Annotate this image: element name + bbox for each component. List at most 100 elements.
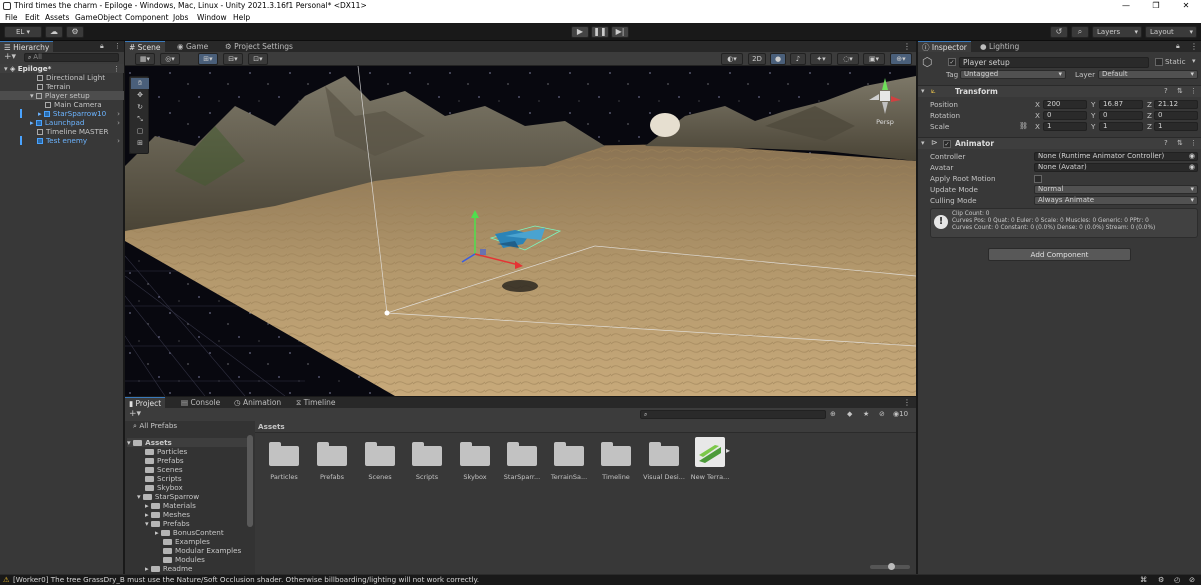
preset-icon[interactable]: ⇅ [1177,87,1183,95]
layout-dropdown[interactable]: Layout ▾ [1145,26,1197,38]
layer-dropdown[interactable]: Default ▾ [1098,70,1198,79]
rotate-tool-icon[interactable]: ↻ [131,102,149,113]
minimize-button[interactable]: — [1111,0,1141,12]
root-motion-checkbox[interactable] [1034,175,1042,183]
hierarchy-item[interactable]: Main Camera [0,100,124,109]
breadcrumb-assets[interactable]: Assets [258,421,285,433]
search-button[interactable]: ⌕ [1071,26,1089,38]
snap-increment-dropdown[interactable]: ⊟▾ [223,53,243,65]
slider-handle[interactable] [888,563,895,570]
chevron-right-icon[interactable]: › [117,109,120,118]
hierarchy-item-selected[interactable]: ▾ Player setup [0,91,124,100]
tree-item[interactable]: Prefabs [145,456,184,465]
gizmo-pivot-dropdown[interactable]: ◎▾ [160,53,180,65]
progress-icon[interactable]: ⌘ [1140,575,1147,585]
draw-mode-dropdown[interactable]: ▦▾ [135,53,155,65]
more-options-icon[interactable]: ⋮ [1190,42,1198,51]
toggle-2d-button[interactable]: 2D [748,53,766,65]
tree-item[interactable]: ▸ Readme [145,564,192,573]
debug-icon[interactable]: ⚙ [1158,575,1164,585]
tag-dropdown[interactable]: Untagged ▾ [960,70,1066,79]
menu-edit[interactable]: Edit [25,12,40,23]
folder-icon[interactable] [412,442,442,466]
object-name-field[interactable]: Player setup [959,57,1149,68]
tree-item[interactable]: ▸ BonusContent [155,528,224,537]
undo-history-button[interactable]: ↺ [1050,26,1068,38]
active-checkbox[interactable]: ✓ [948,58,956,66]
tab-timeline[interactable]: ⧖ Timeline [292,397,340,408]
more-options-icon[interactable]: ⋮ [114,42,121,50]
position-z-field[interactable]: 21.12 [1154,100,1198,109]
folder-icon[interactable] [554,442,584,466]
tab-game[interactable]: ◉ Game [173,41,212,52]
menu-help[interactable]: Help [233,12,250,23]
lighting-toggle[interactable]: ● [770,53,786,65]
hierarchy-item[interactable]: Terrain [0,82,124,91]
scene-viewport[interactable]: ✋︎ ✥ ↻ ⤡ ▢ ⊞ Persp [125,66,916,396]
step-button[interactable]: ▶| [611,26,629,38]
more-options-icon[interactable]: ⋮ [903,398,911,407]
auto-generate-icon[interactable]: ⊘ [1189,575,1195,585]
tab-hierarchy[interactable]: ☰ Hierarchy [0,41,54,52]
folder-icon[interactable] [507,442,537,466]
hierarchy-item-prefab[interactable]: ▸ Launchpad › [0,118,124,127]
folder-icon[interactable] [649,442,679,466]
tree-item[interactable]: Scenes [145,465,183,474]
move-tool-icon[interactable]: ✥ [131,90,149,101]
more-options-icon[interactable]: ⋮ [903,42,911,51]
menu-window[interactable]: Window [197,12,227,23]
avatar-field[interactable]: None (Avatar) ◉ [1034,163,1198,172]
preset-icon[interactable]: ⇅ [1177,139,1183,147]
menu-file[interactable]: File [5,12,18,23]
tab-console[interactable]: ▤ Console [177,397,224,408]
cache-server-icon[interactable]: ◴ [1174,575,1180,585]
tab-lighting[interactable]: ● Lighting [976,41,1023,52]
lock-icon[interactable]: 🔒︎ [1176,42,1180,51]
folder-icon[interactable] [601,442,631,466]
tab-scene[interactable]: # Scene [125,41,165,52]
tree-item[interactable]: ▾ Prefabs [145,519,190,528]
transform-header[interactable]: ▾ ⟀ Transform ? ⇅ ⋮ [918,85,1201,97]
tree-item[interactable]: Particles [145,447,187,456]
scale-x-field[interactable]: 1 [1043,122,1087,131]
gizmos-dropdown[interactable]: ⊕▾ [890,53,912,65]
scale-y-field[interactable]: 1 [1099,122,1143,131]
hierarchy-item-prefab[interactable]: Test enemy › [0,136,124,145]
folder-icon[interactable] [365,442,395,466]
hierarchy-search-input[interactable]: ⌕ All [24,53,119,62]
tree-item[interactable]: Modular Examples [163,546,241,555]
rect-tool-icon[interactable]: ▢ [131,126,149,137]
menu-component[interactable]: Component [125,12,169,23]
help-icon[interactable]: ? [1164,87,1168,95]
tree-item[interactable]: ▾ StarSparrow [137,492,199,501]
status-bar[interactable]: ⚠ [Worker0] The tree GrassDry_B must use… [0,574,1201,585]
lock-icon[interactable]: 🔒︎ [100,42,104,51]
hierarchy-item-prefab[interactable]: ▸ StarSparrow10 › [0,109,124,118]
hand-tool-icon[interactable]: ✋︎ [131,78,149,89]
effects-dropdown[interactable]: ✦▾ [810,53,832,65]
tree-item[interactable]: Modules [163,555,205,564]
account-dropdown[interactable]: EL ▾ [4,26,42,38]
culling-mode-dropdown[interactable]: Always Animate ▾ [1034,196,1198,205]
close-button[interactable]: ✕ [1171,0,1201,12]
rotation-z-field[interactable]: 0 [1154,111,1198,120]
tree-item[interactable]: ▸ Materials [145,501,196,510]
hierarchy-item[interactable]: Timeline MASTER [0,127,124,136]
play-button[interactable]: ▶ [571,26,589,38]
controller-field[interactable]: None (Runtime Animator Controller) ◉ [1034,152,1198,161]
menu-gameobject[interactable]: GameObject [75,12,122,23]
transform-tool-icon[interactable]: ⊞ [131,138,149,149]
audio-toggle[interactable]: ♪ [790,53,806,65]
expand-asset-icon[interactable]: ▸ [726,446,730,455]
tree-item[interactable]: Scripts [145,474,182,483]
scene-root-row[interactable]: ▾ ◈ Epiloge* ⋮ [0,64,124,73]
grid-visibility-dropdown[interactable]: ⊡▾ [248,53,268,65]
create-asset-button[interactable]: +▾ [129,408,141,420]
folder-icon[interactable] [269,442,299,466]
position-x-field[interactable]: 200 [1043,100,1087,109]
add-object-button[interactable]: +▾ [4,52,16,63]
scale-tool-icon[interactable]: ⤡ [131,114,149,125]
animator-header[interactable]: ▾ ⊳ ✓ Animator ? ⇅ ⋮ [918,137,1201,149]
cloud-button[interactable]: ☁ [45,26,63,38]
more-options-icon[interactable]: ⋮ [1190,139,1197,147]
